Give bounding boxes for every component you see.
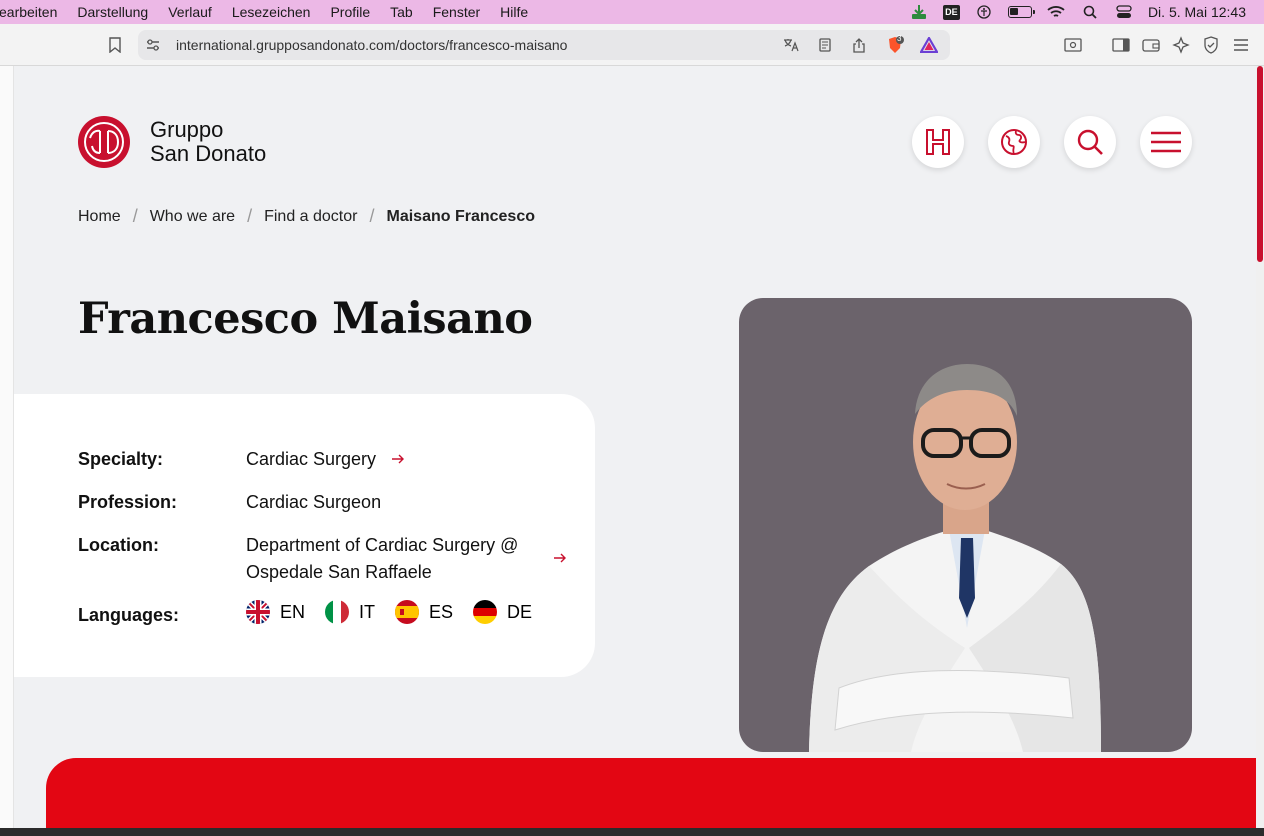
browser-toolbar: international.grupposandonato.com/doctor… (0, 24, 1264, 66)
menu-button[interactable] (1140, 116, 1192, 168)
brave-rewards-icon[interactable] (918, 34, 940, 56)
uk-flag-icon (246, 600, 270, 624)
languages-list: EN IT ES DE (246, 600, 552, 624)
location-line1: Department of Cardiac Surgery @ (246, 535, 519, 555)
menu-window[interactable]: Fenster (433, 4, 480, 20)
hospital-icon (926, 129, 950, 155)
wifi-icon[interactable] (1046, 4, 1066, 20)
location-label: Location: (78, 535, 159, 555)
languages-label: Languages: (78, 605, 180, 625)
wallet-icon[interactable] (1140, 34, 1162, 56)
menu-history[interactable]: Verlauf (168, 4, 212, 20)
reader-mode-icon[interactable] (814, 34, 836, 56)
germany-flag-icon (473, 600, 498, 624)
site-logo[interactable]: Gruppo San Donato (78, 116, 266, 168)
logo-text: Gruppo San Donato (150, 118, 266, 166)
breadcrumb-home[interactable]: Home (78, 208, 121, 226)
language-button[interactable] (988, 116, 1040, 168)
profession-label: Profession: (78, 492, 178, 512)
language-item: IT (325, 600, 375, 624)
tab-search-icon[interactable] (1062, 34, 1084, 56)
url-text[interactable]: international.grupposandonato.com/doctor… (176, 37, 567, 53)
browser-menu-icon[interactable] (1230, 34, 1252, 56)
sidebar-icon[interactable] (1110, 34, 1132, 56)
app-menu: earbeiten Darstellung Verlauf Lesezeiche… (0, 4, 548, 20)
brave-shield-icon[interactable]: 3 (884, 34, 906, 56)
menu-view[interactable]: Darstellung (77, 4, 148, 20)
breadcrumb: Home / Who we are / Find a doctor / Mais… (78, 206, 535, 227)
shield-count-badge: 3 (897, 34, 902, 43)
arrow-right-icon (392, 454, 405, 464)
language-item: ES (395, 600, 453, 624)
hospitals-button[interactable] (912, 116, 964, 168)
menu-bookmarks[interactable]: Lesezeichen (232, 4, 311, 20)
translate-icon[interactable] (780, 34, 802, 56)
specialty-link[interactable]: Cardiac Surgery (246, 446, 405, 473)
arrow-right-icon[interactable] (553, 552, 567, 564)
menu-help[interactable]: Hilfe (500, 4, 528, 20)
globe-icon (1001, 129, 1027, 155)
menu-edit[interactable]: earbeiten (0, 4, 57, 20)
bookmark-icon[interactable] (104, 34, 126, 56)
battery-icon[interactable] (1007, 6, 1035, 18)
language-code: IT (359, 601, 376, 622)
address-bar[interactable]: international.grupposandonato.com/doctor… (138, 30, 950, 60)
macos-menubar: earbeiten Darstellung Verlauf Lesezeiche… (0, 0, 1264, 24)
menubar-clock[interactable]: Di. 5. Mai 12:43 (1148, 4, 1246, 20)
status-area: DE Di. 5. Mai 12:43 (909, 0, 1246, 24)
breadcrumb-separator: / (247, 206, 253, 226)
page-title: Francesco Maisano (78, 294, 533, 344)
download-icon[interactable] (909, 4, 929, 20)
breadcrumb-separator: / (369, 206, 375, 226)
search-icon (1077, 129, 1103, 155)
red-section-band (46, 758, 1256, 828)
web-page: Gruppo San Donato Home / Who we are / Fi… (14, 66, 1256, 828)
site-settings-icon[interactable] (142, 34, 164, 56)
language-item: DE (473, 600, 532, 624)
left-sidebar-edge (0, 66, 14, 828)
scrollbar-thumb[interactable] (1257, 66, 1263, 262)
leo-ai-icon[interactable] (1170, 34, 1192, 56)
breadcrumb-current: Maisano Francesco (386, 207, 536, 225)
gsd-logo-icon (78, 116, 130, 168)
language-code: EN (280, 601, 306, 622)
spain-flag-icon (395, 600, 420, 624)
hamburger-icon (1151, 131, 1181, 153)
menu-profiles[interactable]: Profile (330, 4, 370, 20)
doctor-portrait (739, 298, 1192, 752)
specialty-label: Specialty: (78, 449, 164, 469)
logo-line2: San Donato (150, 141, 267, 166)
control-center-icon[interactable] (1114, 4, 1134, 20)
italy-flag-icon (325, 600, 350, 624)
profession-value: Cardiac Surgeon (246, 492, 382, 512)
location-line2: Ospedale San Raffaele (246, 562, 432, 582)
vpn-icon[interactable] (1200, 34, 1222, 56)
specialty-value: Cardiac Surgery (246, 449, 377, 469)
breadcrumb-separator: / (132, 206, 138, 226)
language-code: ES (429, 601, 454, 622)
breadcrumb-who-we-are[interactable]: Who we are (150, 208, 235, 226)
location-link[interactable]: Department of Cardiac Surgery @ Ospedale… (246, 532, 518, 586)
search-button[interactable] (1064, 116, 1116, 168)
doctor-photo-illustration (809, 364, 1101, 752)
language-item: EN (246, 600, 305, 624)
logo-line1: Gruppo (150, 117, 224, 142)
share-icon[interactable] (848, 34, 870, 56)
spotlight-search-icon[interactable] (1080, 4, 1100, 20)
menu-tab[interactable]: Tab (390, 4, 413, 20)
language-code: DE (507, 601, 533, 622)
breadcrumb-find-doctor[interactable]: Find a doctor (264, 208, 357, 226)
input-source-badge[interactable]: DE (942, 4, 960, 20)
accessibility-icon[interactable] (974, 4, 994, 20)
doctor-info-card: Specialty: Cardiac Surgery Profession: C… (14, 394, 595, 677)
